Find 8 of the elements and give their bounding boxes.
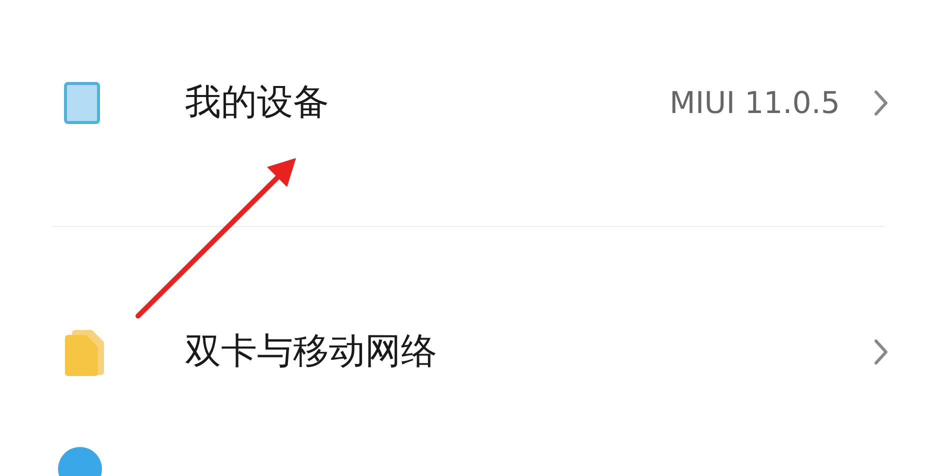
item-label: 双卡与移动网络 <box>185 330 438 374</box>
item-label: 我的设备 <box>185 81 330 125</box>
item-value: MIUI 11.0.5 <box>670 84 840 122</box>
settings-item[interactable]: 双卡与移动网络 <box>0 257 944 447</box>
phone-icon <box>64 82 100 124</box>
chevron-right-icon <box>874 339 888 365</box>
settings-item[interactable]: 我的设备 MIUI 11.0.5 <box>0 0 944 206</box>
chevron-right-icon <box>874 90 888 116</box>
